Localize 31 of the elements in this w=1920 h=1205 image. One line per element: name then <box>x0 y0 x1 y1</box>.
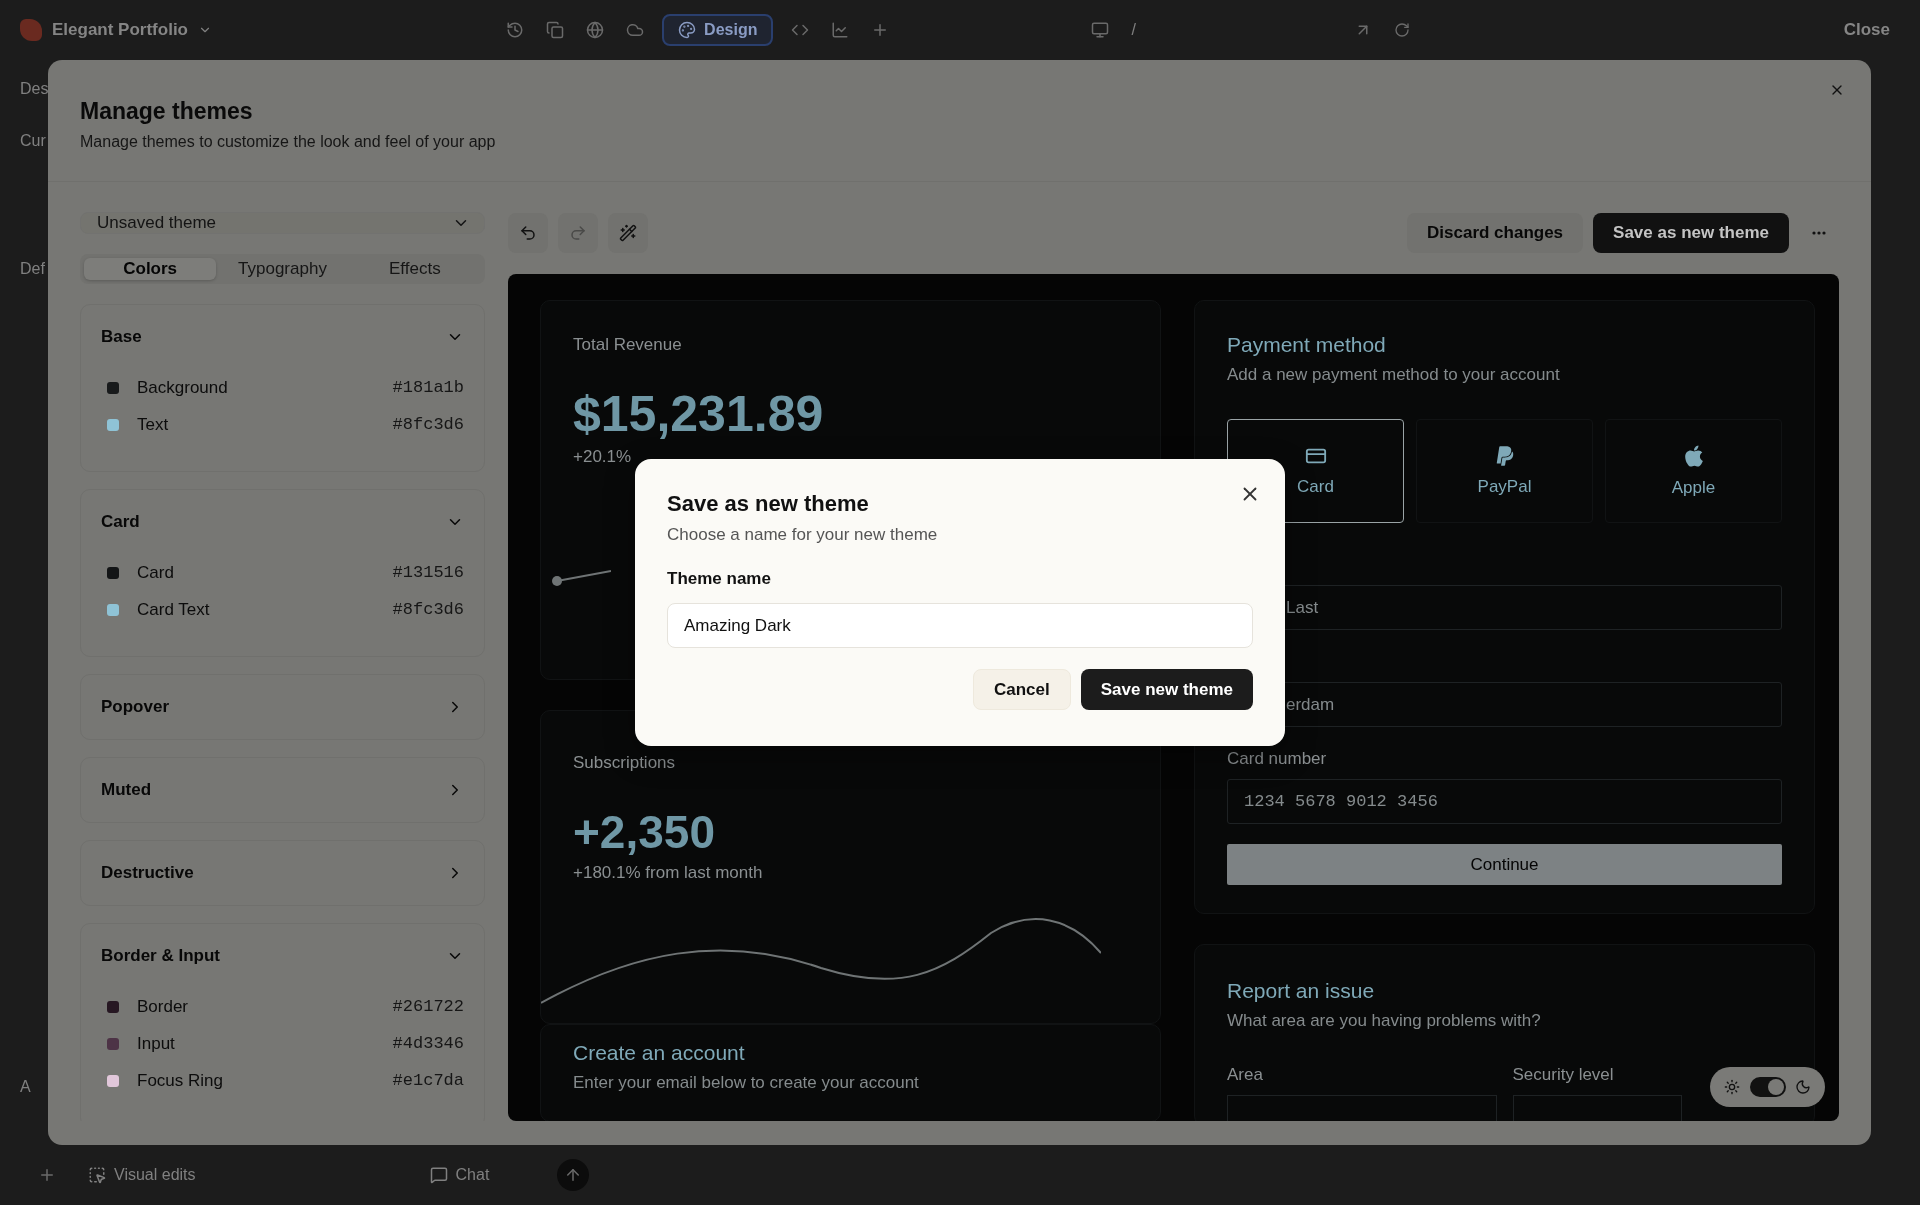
modal-title: Manage themes <box>80 98 254 125</box>
card-subtitle: Add a new payment method to your account <box>1227 365 1561 385</box>
sidebar-text: Def <box>20 260 46 278</box>
subscriptions-change: +180.1% from last month <box>573 863 764 883</box>
revenue-change: +20.1% <box>573 447 633 467</box>
subscriptions-value: +2,350 <box>573 805 716 859</box>
card-title: Create an account <box>573 1041 746 1065</box>
field-label: Area <box>1227 1065 1264 1085</box>
modal-subtitle: Manage themes to customize the look and feel of your app <box>80 133 497 151</box>
sidebar-text: Cur <box>20 132 47 150</box>
dialog-subtitle: Choose a name for your new theme <box>667 525 939 545</box>
sidebar-text: A <box>20 1078 32 1096</box>
color-name: Card Text <box>137 599 211 620</box>
color-name: Card <box>137 562 175 583</box>
card-subtitle: Enter your email below to create your account <box>573 1073 920 1093</box>
sidebar-text: Des <box>20 80 48 98</box>
dialog-title: Save as new theme <box>667 491 870 517</box>
color-name: Background <box>137 377 229 398</box>
field-label: Security level <box>1512 1065 1615 1085</box>
field-label: Theme name <box>667 569 772 589</box>
card-title: Payment method <box>1227 333 1387 357</box>
field-label: Card number <box>1227 749 1328 769</box>
revenue-value: $15,231.89 <box>573 385 825 443</box>
card-title: Report an issue <box>1227 979 1376 1003</box>
color-name: Focus Ring <box>137 1070 224 1091</box>
card-label: Subscriptions <box>573 753 677 773</box>
card-label: Total Revenue <box>573 335 683 355</box>
color-name: Input <box>137 1033 176 1054</box>
color-name: Text <box>137 414 170 435</box>
card-subtitle: What area are you having problems with? <box>1227 1011 1542 1031</box>
color-name: Border <box>137 996 190 1017</box>
